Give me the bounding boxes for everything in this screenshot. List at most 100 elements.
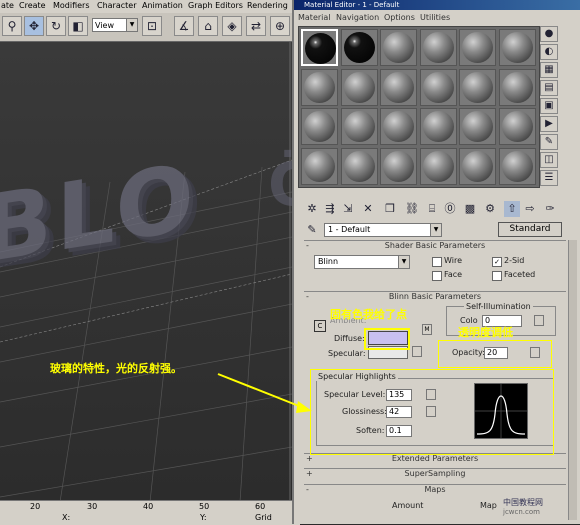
material-sample-slot[interactable]	[340, 147, 378, 185]
sample-type-icon[interactable]: ●	[540, 26, 558, 42]
material-preview-sphere	[501, 111, 533, 142]
select-by-material-icon[interactable]: ◫	[540, 152, 558, 168]
supersampling-title: SuperSampling	[404, 469, 466, 478]
specular-map-button[interactable]	[412, 346, 422, 357]
material-sample-slot[interactable]	[459, 147, 496, 185]
face-map-checkbox[interactable]	[432, 271, 442, 281]
reference-coordinate-select[interactable]: View ▼	[92, 18, 138, 32]
menu-options[interactable]: Options	[384, 13, 415, 22]
material-sample-slot[interactable]	[301, 29, 338, 66]
reset-icon[interactable]: ✕	[360, 201, 376, 217]
menu-item-character[interactable]: Character	[97, 1, 137, 10]
uv-tiling-icon[interactable]: ▤	[540, 80, 558, 96]
snap-percent-icon[interactable]: ⌂	[198, 16, 218, 36]
align-icon[interactable]: ⊕	[270, 16, 290, 36]
menu-item-edit[interactable]: ate	[1, 1, 14, 10]
self-illum-map-button[interactable]	[534, 315, 544, 326]
put-to-scene-icon[interactable]: ⇶	[322, 201, 338, 217]
material-sample-slot[interactable]	[498, 147, 536, 185]
material-sample-slot[interactable]	[301, 147, 338, 185]
material-sample-slot[interactable]	[380, 108, 417, 145]
menu-navigation[interactable]: Navigation	[336, 13, 379, 22]
material-sample-slot[interactable]	[498, 29, 536, 66]
material-sample-slot[interactable]	[340, 108, 378, 145]
perspective-viewport[interactable]: BLO Ö	[0, 42, 292, 502]
menu-item-create[interactable]: Create	[19, 1, 46, 10]
make-preview-icon[interactable]: ▶	[540, 116, 558, 132]
get-material-icon[interactable]: ✲	[304, 201, 320, 217]
snap-angle-icon[interactable]: ∡	[174, 16, 194, 36]
time-tick: 60	[255, 502, 266, 511]
background-icon[interactable]: ▦	[540, 62, 558, 78]
rollout-scrollbar[interactable]	[568, 240, 577, 520]
material-preview-sphere	[462, 150, 493, 182]
scale-icon[interactable]: ◧	[68, 16, 88, 36]
material-preview-sphere	[304, 111, 335, 142]
material-effects-channel-icon[interactable]: ⓪	[442, 201, 458, 217]
material-sample-slot[interactable]	[459, 68, 496, 106]
material-sample-slot[interactable]	[459, 108, 496, 145]
material-name-field[interactable]: 1 - Default ▼	[324, 223, 442, 237]
two-sided-checkbox[interactable]: ✓	[492, 257, 502, 267]
material-sample-slot[interactable]	[340, 29, 378, 66]
supersampling-header[interactable]: + SuperSampling	[304, 468, 566, 479]
maps-header[interactable]: - Maps	[304, 484, 566, 495]
material-sample-slot[interactable]	[301, 108, 338, 145]
material-map-navigator-icon[interactable]: ☰	[540, 170, 558, 186]
material-sample-slot[interactable]	[340, 68, 378, 106]
assign-to-selection-icon[interactable]: ⇲	[340, 201, 356, 217]
maps-amount-column: Amount	[392, 501, 424, 510]
material-sample-slot[interactable]	[498, 68, 536, 106]
menu-utilities[interactable]: Utilities	[420, 13, 450, 22]
watermark-line2: jcwcn.com	[503, 508, 540, 516]
material-sample-slot[interactable]	[459, 29, 496, 66]
show-map-in-viewport-icon[interactable]: ▩	[462, 201, 478, 217]
menu-material[interactable]: Material	[298, 13, 331, 22]
move-icon[interactable]: ✥	[24, 16, 44, 36]
menu-item-rendering[interactable]: Rendering	[247, 1, 288, 10]
material-sample-slot[interactable]	[380, 147, 417, 185]
copy-material-icon[interactable]: ❒	[382, 201, 398, 217]
video-check-icon[interactable]: ▣	[540, 98, 558, 114]
timeline-bar[interactable]: 20 30 40 50 60 X: Y: Grid	[0, 500, 300, 525]
material-sample-slot[interactable]	[380, 68, 417, 106]
go-to-parent-icon[interactable]: ⇧	[504, 201, 520, 217]
rotate-icon[interactable]: ↻	[46, 16, 66, 36]
put-to-library-icon[interactable]: ⌸	[424, 201, 440, 217]
blinn-basic-params-header[interactable]: - Blinn Basic Parameters	[304, 291, 566, 302]
eyedropper-icon[interactable]: ✎	[304, 222, 320, 238]
menu-item-animation[interactable]: Animation	[142, 1, 183, 10]
backlight-icon[interactable]: ◐	[540, 44, 558, 60]
rollout-collapse-icon: -	[306, 485, 309, 494]
spinner-snap-icon[interactable]: ◈	[222, 16, 242, 36]
go-forward-to-sibling-icon[interactable]: ⇨	[522, 201, 538, 217]
shader-rollout-title: Shader Basic Parameters	[384, 241, 486, 250]
material-preview-sphere	[462, 111, 493, 142]
material-sample-slot[interactable]	[419, 108, 457, 145]
material-name-row: ✎ 1 - Default ▼ Standard	[298, 222, 578, 238]
make-unique-icon[interactable]: ⛓	[404, 201, 420, 217]
material-sample-slot[interactable]	[419, 68, 457, 106]
material-sample-slot[interactable]	[419, 147, 457, 185]
diffuse-annotation: 固有色我给了点	[330, 308, 407, 321]
faceted-checkbox[interactable]	[492, 271, 502, 281]
show-end-result-icon[interactable]: ⚙	[482, 201, 498, 217]
pick-material-icon[interactable]: ✑	[542, 201, 558, 217]
pivot-icon[interactable]: ⊡	[142, 16, 162, 36]
material-sample-slot[interactable]	[498, 108, 536, 145]
options-icon[interactable]: ✎	[540, 134, 558, 150]
material-sample-slot[interactable]	[380, 29, 417, 66]
material-type-button[interactable]: Standard	[498, 222, 562, 237]
shader-type-select[interactable]: Blinn ▼	[314, 255, 410, 269]
material-sample-slot[interactable]	[301, 68, 338, 106]
mirror-icon[interactable]: ⇄	[246, 16, 266, 36]
menu-item-modifiers[interactable]: Modifiers	[53, 1, 90, 10]
wire-checkbox[interactable]	[432, 257, 442, 267]
diffuse-map-button[interactable]: M	[422, 324, 432, 335]
bind-icon[interactable]: ⚲	[2, 16, 22, 36]
menu-item-graph-editors[interactable]: Graph Editors	[188, 1, 243, 10]
shader-basic-params-header[interactable]: - Shader Basic Parameters	[304, 240, 566, 251]
material-sample-slot[interactable]	[419, 29, 457, 66]
material-preview-sphere	[501, 71, 533, 103]
lock-ambient-diffuse-icon[interactable]: C	[314, 320, 326, 332]
